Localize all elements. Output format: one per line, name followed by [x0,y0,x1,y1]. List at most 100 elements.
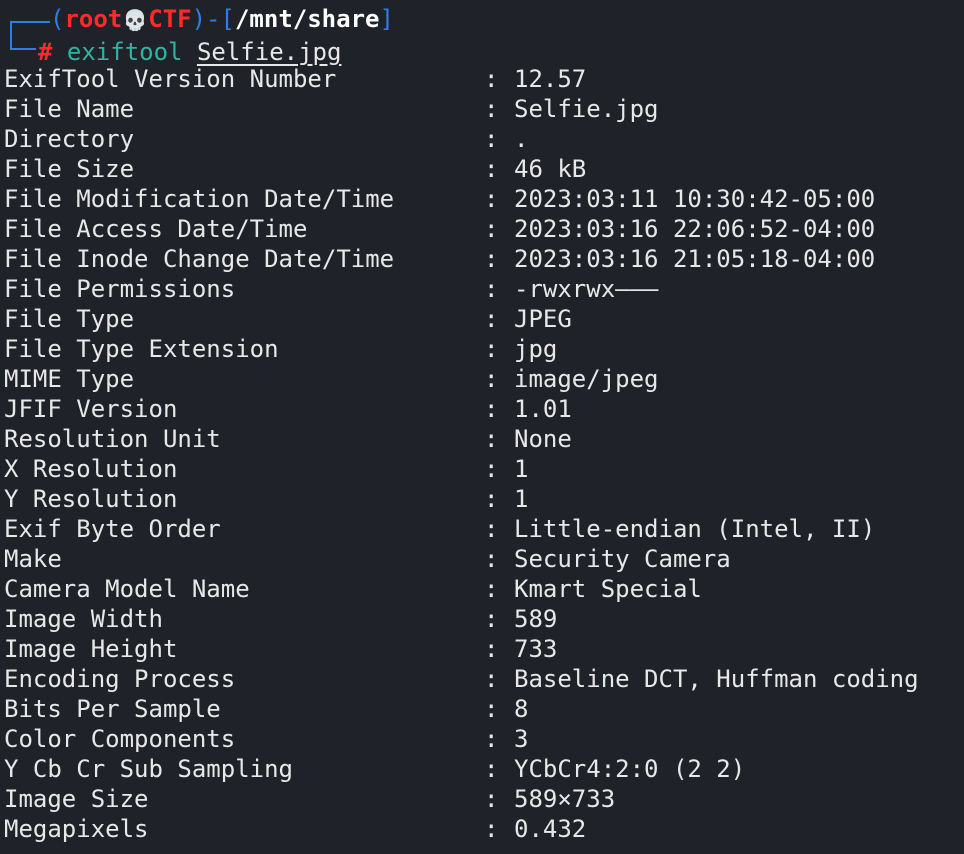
output-row-value: 2023:03:16 21:05:18-04:00 [514,245,876,273]
output-row-value: jpg [514,335,558,363]
output-row: File Name: Selfie.jpg [4,94,960,124]
output-row: X Resolution:1 [4,454,960,484]
output-row-separator: : [484,485,499,513]
output-row-value: 12.57 [514,65,587,93]
output-row: Make: Security Camera [4,544,960,574]
skull-icon: 💀 [122,8,148,32]
exiftool-output: ExifTool Version Number:12.57 File Name: S… [4,64,960,844]
output-row-separator: : [484,575,499,603]
output-row-key: File Size [4,155,135,183]
output-row-separator: : [484,245,499,273]
output-row-separator: : [484,425,499,453]
output-row-key: Image Size [4,785,149,813]
output-row: Image Height:733 [4,634,960,664]
output-row-separator: : [484,815,499,843]
output-row: File Type: JPEG [4,304,960,334]
output-row-separator: : [484,725,499,753]
prompt-separator: )-[ [191,5,235,33]
output-row-key: Exif Byte Order [4,515,221,543]
output-row-key: Encoding Process [4,665,236,693]
prompt-host: CTF [148,5,192,33]
output-row-separator: : [484,545,499,573]
output-row-separator: : [484,275,499,303]
output-row: File Inode Change Date/Time:2023:03:16 2… [4,244,960,274]
output-row: Megapixels:0.432 [4,814,960,844]
output-row-value: Selfie.jpg [514,95,659,123]
output-row-separator: : [484,305,499,333]
output-row-value: 3 [514,725,529,753]
output-row: Camera Model Name: Kmart Special [4,574,960,604]
output-row-value: 2023:03:11 10:30:42-05:00 [514,185,876,213]
output-row-key: MIME Type [4,365,135,393]
output-row-key: File Permissions [4,275,236,303]
output-row-key: Image Height [4,635,178,663]
output-row: File Size:46 kB [4,154,960,184]
output-row: Bits Per Sample:8 [4,694,960,724]
output-row-value: . [514,125,529,153]
command-name: exiftool [66,38,183,66]
terminal-window[interactable]: (root💀CTF)-[/mnt/share] # exiftool Selfi… [0,0,964,854]
output-row-key: Bits Per Sample [4,695,221,723]
output-row-key: Y Cb Cr Sub Sampling [4,755,293,783]
output-row-separator: : [484,455,499,483]
output-row: File Permissions: -rwxrwx——— [4,274,960,304]
output-row: Image Size:589×733 [4,784,960,814]
output-row-key: JFIF Version [4,395,178,423]
output-row-separator: : [484,185,499,213]
prompt-cwd: /mnt/share [234,5,380,33]
output-row-key: Make [4,545,62,573]
prompt-close-bracket: ] [379,5,394,33]
prompt-hash: # [38,38,53,66]
output-row-value: 46 kB [514,155,587,183]
output-row-value: None [514,425,572,453]
output-row-separator: : [484,125,499,153]
output-row-key: ExifTool Version Number [4,65,337,93]
output-row: Encoding Process: Baseline DCT, Huffman c… [4,664,960,694]
output-row-value: 8 [514,695,529,723]
output-row-separator: : [484,515,499,543]
prompt-box-corner-bottom [10,34,36,50]
output-row: File Type Extension: jpg [4,334,960,364]
prompt-user: root [64,5,123,33]
output-row-key: Image Width [4,605,163,633]
output-row: Exif Byte Order: Little-endian (Intel, II… [4,514,960,544]
output-row-key: Directory [4,125,135,153]
output-row-key: Resolution Unit [4,425,221,453]
command-argument: Selfie.jpg [196,38,342,66]
output-row: JFIF Version:1.01 [4,394,960,424]
output-row-separator: : [484,155,499,183]
output-row-key: X Resolution [4,455,178,483]
prompt-header: (root💀CTF)-[/mnt/share] [4,4,394,35]
output-row-value: JPEG [514,305,572,333]
output-row-value: 2023:03:16 22:06:52-04:00 [514,215,876,243]
output-row: ExifTool Version Number:12.57 [4,64,960,94]
output-row-value: 1 [514,455,529,483]
output-row-key: File Modification Date/Time [4,185,395,213]
output-row-separator: : [484,395,499,423]
output-row-separator: : [484,665,499,693]
output-row-separator: : [484,215,499,243]
output-row-value: -rwxrwx——— [514,275,659,303]
output-row-key: File Type [4,305,135,333]
output-row-key: File Access Date/Time [4,215,308,243]
output-row: File Modification Date/Time:2023:03:11 1… [4,184,960,214]
output-row-key: File Name [4,95,135,123]
output-row-key: File Inode Change Date/Time [4,245,395,273]
output-row-value: image/jpeg [514,365,659,393]
command-line[interactable]: # exiftool Selfie.jpg [4,34,342,66]
output-row-value: 733 [514,635,558,663]
output-row-key: Camera Model Name [4,575,250,603]
output-row-separator: : [484,755,499,783]
output-row-key: Megapixels [4,815,149,843]
output-row-separator: : [484,95,499,123]
output-row-separator: : [484,65,499,93]
output-row-key: Y Resolution [4,485,178,513]
output-row: Color Components:3 [4,724,960,754]
output-row-separator: : [484,635,499,663]
output-row-separator: : [484,785,499,813]
output-row-value: Security Camera [514,545,731,573]
output-row-value: Little-endian (Intel, II) [514,515,876,543]
output-row-separator: : [484,605,499,633]
output-row-value: YCbCr4:2:0 (2 2) [514,755,746,783]
output-row-value: 0.432 [514,815,587,843]
